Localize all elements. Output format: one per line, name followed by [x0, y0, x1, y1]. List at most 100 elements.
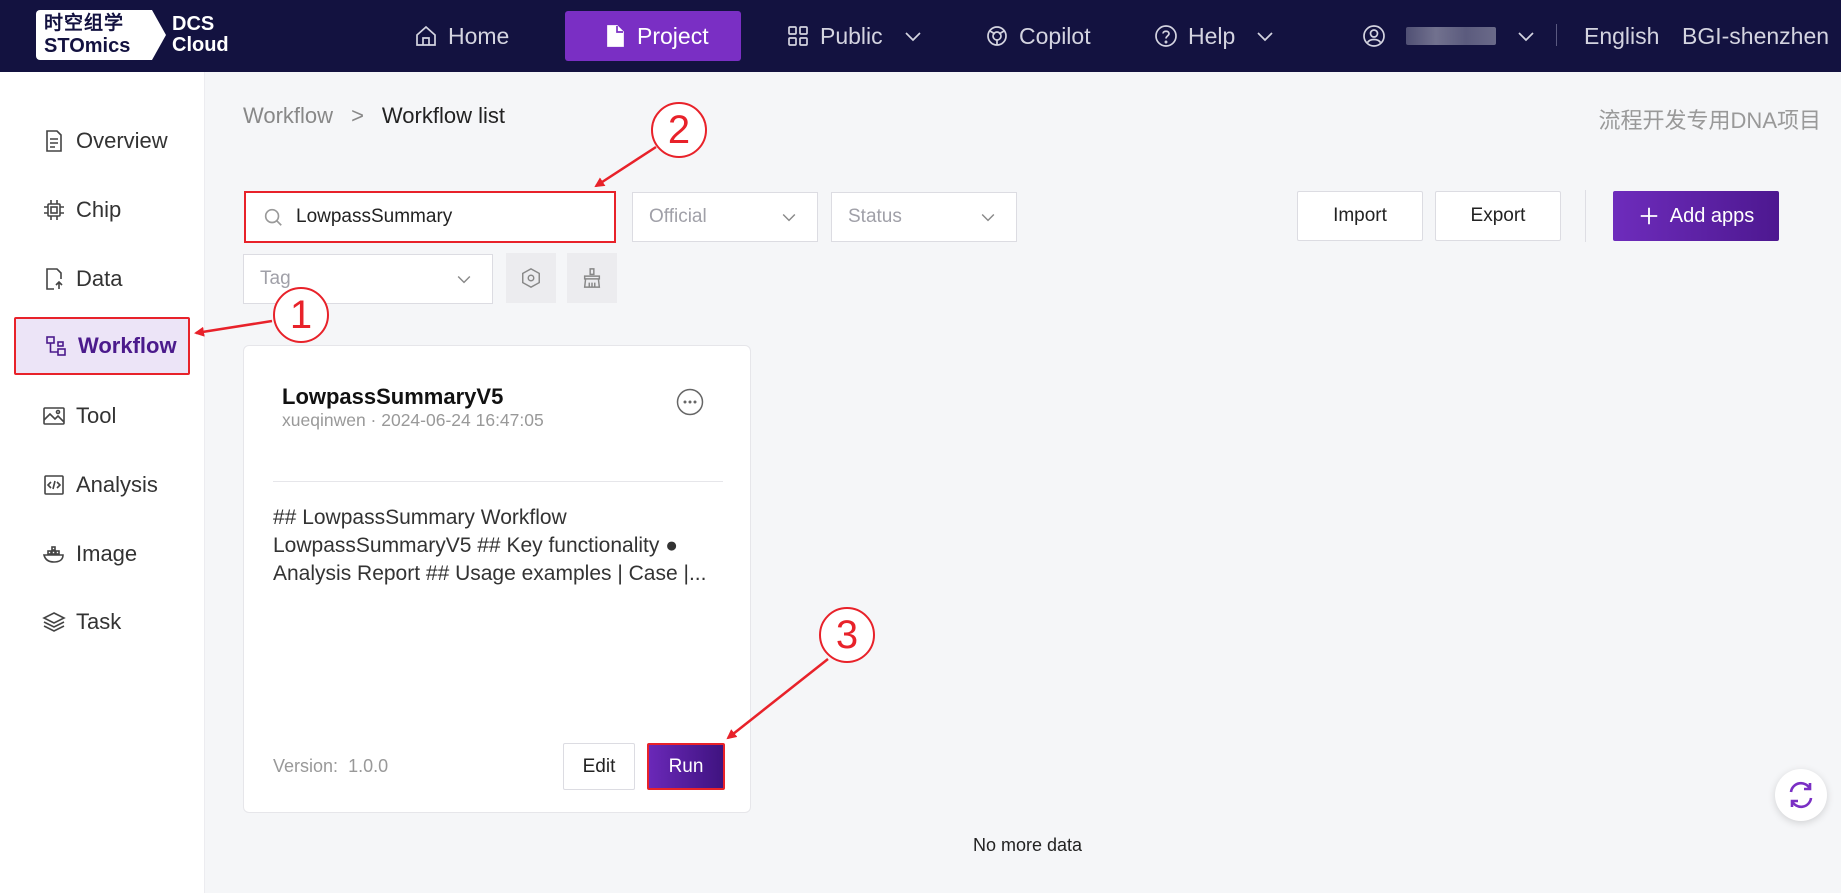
data-icon	[46, 268, 63, 290]
chevron-down-icon	[1518, 32, 1534, 42]
sidebar: Overview Chip Data Workflow Tool Analysi…	[0, 72, 205, 893]
search-box[interactable]	[244, 191, 616, 243]
import-button[interactable]: Import	[1297, 191, 1423, 241]
chevron-down-icon	[981, 213, 995, 222]
nav-project[interactable]: Project	[565, 11, 741, 61]
document-icon	[607, 25, 624, 47]
sidebar-item-data[interactable]: Data	[14, 250, 190, 308]
annotation-step-1: 1	[273, 287, 329, 343]
export-button[interactable]: Export	[1435, 191, 1561, 241]
edit-button[interactable]: Edit	[563, 743, 635, 790]
official-select-placeholder: Official	[649, 206, 707, 227]
region-switch[interactable]: BGI-shenzhen	[1682, 11, 1829, 61]
hexagon-settings-icon	[522, 267, 540, 289]
list-end-message: No more data	[973, 835, 1083, 855]
sidebar-item-label: Tool	[76, 403, 117, 428]
sidebar-item-overview[interactable]: Overview	[14, 112, 190, 170]
breadcrumb-current: Workflow list	[381, 103, 505, 128]
workflow-title: LowpassSummaryV5	[282, 384, 504, 409]
sidebar-item-tool[interactable]: Tool	[14, 387, 190, 445]
logo-cn-text: 时空组学	[44, 13, 125, 34]
sidebar-item-label: Workflow	[78, 333, 177, 358]
sidebar-item-chip[interactable]: Chip	[14, 181, 190, 239]
workflow-description: ## LowpassSummary Workflow LowpassSummar…	[273, 506, 707, 585]
clear-filters-button[interactable]	[567, 253, 617, 303]
add-apps-label: Add apps	[1669, 204, 1755, 227]
user-avatar-icon	[1363, 25, 1385, 47]
sidebar-item-analysis[interactable]: Analysis	[14, 456, 190, 514]
arrow-step-2	[594, 145, 657, 188]
sidebar-item-label: Analysis	[76, 472, 158, 497]
sidebar-item-image[interactable]: Image	[14, 525, 190, 583]
task-icon	[42, 612, 66, 632]
official-select[interactable]: Official	[632, 192, 818, 242]
nav-public[interactable]: Public	[786, 11, 925, 61]
annotation-step-2: 2	[651, 102, 707, 158]
grid-icon	[788, 26, 808, 46]
sidebar-item-label: Image	[76, 541, 138, 566]
image-icon	[42, 546, 64, 563]
nav-help-label: Help	[1188, 22, 1236, 49]
breadcrumb-workflow[interactable]: Workflow	[243, 103, 333, 129]
workflow-card[interactable]: LowpassSummaryV5 xueqinwen · 2024-06-24 …	[243, 345, 751, 813]
status-select[interactable]: Status	[831, 192, 1017, 242]
arrow-step-1	[194, 319, 273, 337]
more-options-icon[interactable]	[676, 388, 704, 416]
version-value: 1.0.0	[348, 756, 389, 776]
nav-copilot[interactable]: Copilot	[985, 11, 1091, 61]
logo-en-text: STOmics	[44, 35, 131, 57]
logo-product-line1: DCS	[172, 13, 215, 35]
overview-icon	[46, 130, 62, 152]
top-navigation-bar: 时空组学 STOmics DCS Cloud Home Project Publ…	[0, 0, 1841, 72]
plus-icon	[1640, 207, 1657, 225]
annotation-step-3: 3	[819, 607, 875, 663]
card-divider	[273, 481, 723, 482]
broom-icon	[583, 268, 601, 288]
run-button[interactable]: Run	[647, 743, 725, 790]
sidebar-item-label: Data	[76, 266, 123, 291]
search-icon	[264, 208, 282, 226]
refresh-button[interactable]	[1775, 769, 1827, 821]
workflow-icon	[46, 336, 66, 356]
search-input[interactable]	[296, 206, 596, 228]
sidebar-item-workflow[interactable]: Workflow	[14, 317, 190, 375]
breadcrumb-separator: >	[351, 103, 364, 128]
sidebar-item-task[interactable]: Task	[14, 593, 190, 651]
chevron-down-icon	[782, 213, 796, 222]
sidebar-item-label: Task	[76, 609, 122, 634]
analysis-icon	[44, 475, 64, 495]
version-label: Version:	[273, 756, 339, 776]
user-menu[interactable]	[1362, 11, 1538, 61]
language-switch[interactable]: English	[1584, 11, 1659, 61]
sidebar-item-label: Chip	[76, 197, 122, 222]
chevron-down-icon	[1257, 32, 1273, 42]
refresh-icon	[1789, 781, 1813, 809]
breadcrumb: Workflow > Workflow list	[243, 103, 505, 129]
logo-product-line2: Cloud	[172, 34, 229, 56]
filter-settings-button[interactable]	[506, 253, 556, 303]
workflow-version: Version: 1.0.0	[273, 756, 388, 777]
nav-help[interactable]: Help	[1154, 11, 1277, 61]
project-name: 流程开发专用DNA项目	[1598, 108, 1821, 133]
home-icon	[416, 25, 436, 46]
user-name-redacted	[1406, 27, 1496, 45]
logo-chevron	[152, 10, 166, 60]
tag-select-placeholder: Tag	[260, 268, 291, 289]
add-apps-button[interactable]: Add apps	[1613, 191, 1779, 241]
nav-home-label: Home	[448, 22, 510, 49]
nav-public-label: Public	[820, 22, 883, 49]
workflow-meta: xueqinwen · 2024-06-24 16:47:05	[282, 410, 544, 430]
help-icon	[1155, 25, 1177, 47]
chevron-down-icon	[457, 275, 471, 284]
logo[interactable]: 时空组学 STOmics DCS Cloud	[36, 10, 229, 60]
nav-project-label: Project	[637, 22, 709, 49]
nav-home[interactable]: Home	[414, 11, 509, 61]
nav-copilot-label: Copilot	[1019, 22, 1091, 49]
sidebar-item-label: Overview	[76, 128, 168, 153]
status-select-placeholder: Status	[848, 206, 902, 227]
tool-icon	[43, 407, 65, 425]
nav-divider	[1556, 24, 1557, 46]
chevron-down-icon	[905, 32, 921, 42]
toolbar-divider	[1585, 190, 1586, 242]
copilot-icon	[987, 26, 1007, 46]
